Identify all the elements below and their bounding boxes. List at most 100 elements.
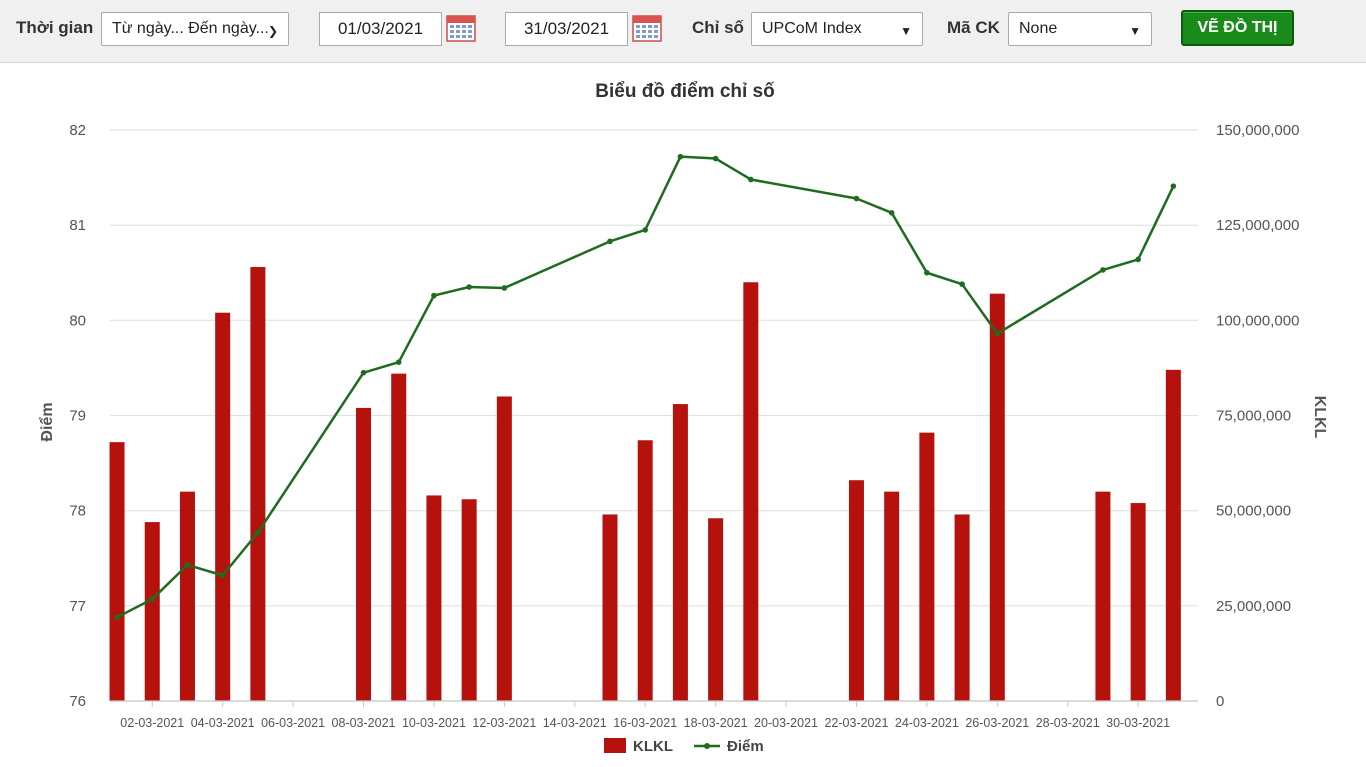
chevron-down-icon: ❯ xyxy=(267,24,278,38)
volume-bar xyxy=(848,480,864,701)
stock-select-value: None xyxy=(1019,20,1058,37)
volume-bar xyxy=(1130,503,1146,701)
x-tick-label: 04-03-2021 xyxy=(191,716,255,730)
volume-bar xyxy=(954,514,970,701)
x-tick-label: 28-03-2021 xyxy=(1036,716,1100,730)
grid-lines xyxy=(110,129,1198,702)
volume-bar xyxy=(250,267,266,701)
caret-down-icon: ▼ xyxy=(900,24,912,38)
index-point xyxy=(994,330,1001,337)
y-right-tick-label: 50,000,000 xyxy=(1216,503,1291,520)
volume-bar xyxy=(989,293,1005,701)
index-point xyxy=(255,529,261,536)
volume-bar xyxy=(637,440,653,701)
y-left-tick-label: 79 xyxy=(69,408,86,425)
x-tick-label: 16-03-2021 xyxy=(613,716,677,730)
index-point xyxy=(888,209,895,216)
index-point xyxy=(748,176,754,183)
index-point xyxy=(501,285,508,291)
from-date-input[interactable]: 01/03/2021 xyxy=(319,12,442,46)
chart-title: Biểu đồ điểm chỉ số xyxy=(595,81,775,102)
index-chart: Biểu đồ điểm chỉ số 76 0 77 25,000,000 78 50,… xyxy=(38,81,1328,755)
x-tick-label: 30-03-2021 xyxy=(1106,716,1170,730)
calendar-icon[interactable] xyxy=(632,13,662,43)
y-left-tick-label: 80 xyxy=(69,312,86,329)
index-point xyxy=(395,359,402,366)
index-point xyxy=(712,155,719,162)
index-point xyxy=(1100,267,1106,273)
y-right-tick-label: 125,000,000 xyxy=(1216,217,1299,234)
x-tick-label: 10-03-2021 xyxy=(402,716,466,730)
filter-toolbar: Thời gian Từ ngày... Đến ngày... ❯ 01/03… xyxy=(0,0,1366,63)
draw-chart-button[interactable]: VẼ ĐỒ THỊ xyxy=(1181,10,1294,46)
volume-bar xyxy=(179,491,195,701)
y-axis-left-label: Điểm xyxy=(38,402,56,441)
calendar-icon[interactable] xyxy=(446,13,476,43)
x-tick-label: 20-03-2021 xyxy=(754,716,818,730)
y-right-tick-label: 75,000,000 xyxy=(1216,408,1291,425)
volume-bar xyxy=(391,373,407,701)
legend-item-diem: Điểm xyxy=(727,738,764,755)
x-tick-label: 02-03-2021 xyxy=(120,716,184,730)
time-range-value: Từ ngày... Đến ngày... xyxy=(112,20,269,37)
legend-bar-swatch xyxy=(604,738,626,753)
stock-select[interactable]: None ▼ xyxy=(1008,12,1152,46)
volume-bar xyxy=(919,432,935,701)
stock-label: Mã CK xyxy=(947,18,1000,37)
index-point xyxy=(219,572,226,579)
y-left-tick-label: 82 xyxy=(69,122,86,139)
volume-bar xyxy=(1165,369,1181,701)
x-tick-label: 06-03-2021 xyxy=(261,716,325,730)
index-point xyxy=(360,369,367,376)
volume-bar xyxy=(109,442,125,701)
volume-bar xyxy=(602,514,618,701)
y-right-tick-label: 100,000,000 xyxy=(1216,312,1299,329)
index-point xyxy=(114,614,120,621)
index-point xyxy=(677,153,684,160)
index-point xyxy=(853,195,860,202)
volume-bar xyxy=(708,518,724,701)
x-tick-label: 26-03-2021 xyxy=(965,716,1029,730)
index-point xyxy=(149,596,156,602)
y-left-tick-label: 76 xyxy=(69,693,86,710)
index-point xyxy=(642,227,648,233)
volume-bar xyxy=(743,282,759,701)
legend-item-klkl: KLKL xyxy=(633,738,673,755)
index-point xyxy=(1135,256,1141,263)
y-left-tick-label: 77 xyxy=(69,598,86,615)
volume-bar xyxy=(1095,491,1111,701)
y-left-tick-label: 78 xyxy=(69,503,86,520)
index-point xyxy=(184,562,191,568)
volume-bar xyxy=(426,495,442,701)
time-label: Thời gian xyxy=(16,18,94,37)
y-right-tick-label: 0 xyxy=(1216,693,1224,710)
x-tick-label: 24-03-2021 xyxy=(895,716,959,730)
y-left-tick-label: 81 xyxy=(69,217,86,234)
volume-bar xyxy=(215,312,231,701)
x-tick-label: 12-03-2021 xyxy=(472,716,536,730)
index-point xyxy=(431,292,437,299)
volume-bar xyxy=(496,396,512,701)
index-select-value: UPCoM Index xyxy=(762,20,862,37)
x-tick-label: 14-03-2021 xyxy=(543,716,607,730)
index-point xyxy=(924,269,930,276)
index-point xyxy=(466,284,472,290)
volume-bar xyxy=(356,407,372,701)
legend-line-marker xyxy=(704,743,710,749)
caret-down-icon: ▼ xyxy=(1129,24,1141,38)
y-right-tick-label: 150,000,000 xyxy=(1216,122,1299,139)
volume-bars xyxy=(109,267,1181,701)
volume-bar xyxy=(672,404,688,701)
x-tick-label: 22-03-2021 xyxy=(824,716,888,730)
volume-bar xyxy=(884,491,900,701)
index-point xyxy=(1170,183,1177,189)
y-right-tick-label: 25,000,000 xyxy=(1216,598,1291,615)
time-range-select[interactable]: Từ ngày... Đến ngày... ❯ xyxy=(101,12,289,46)
chart-legend: KLKL Điểm xyxy=(604,738,764,755)
index-point xyxy=(959,281,965,287)
index-label: Chỉ số xyxy=(692,18,744,37)
index-select[interactable]: UPCoM Index ▼ xyxy=(751,12,923,46)
to-date-input[interactable]: 31/03/2021 xyxy=(505,12,628,46)
volume-bar xyxy=(144,522,160,701)
y-axis-right-label: KLKL xyxy=(1311,396,1328,439)
